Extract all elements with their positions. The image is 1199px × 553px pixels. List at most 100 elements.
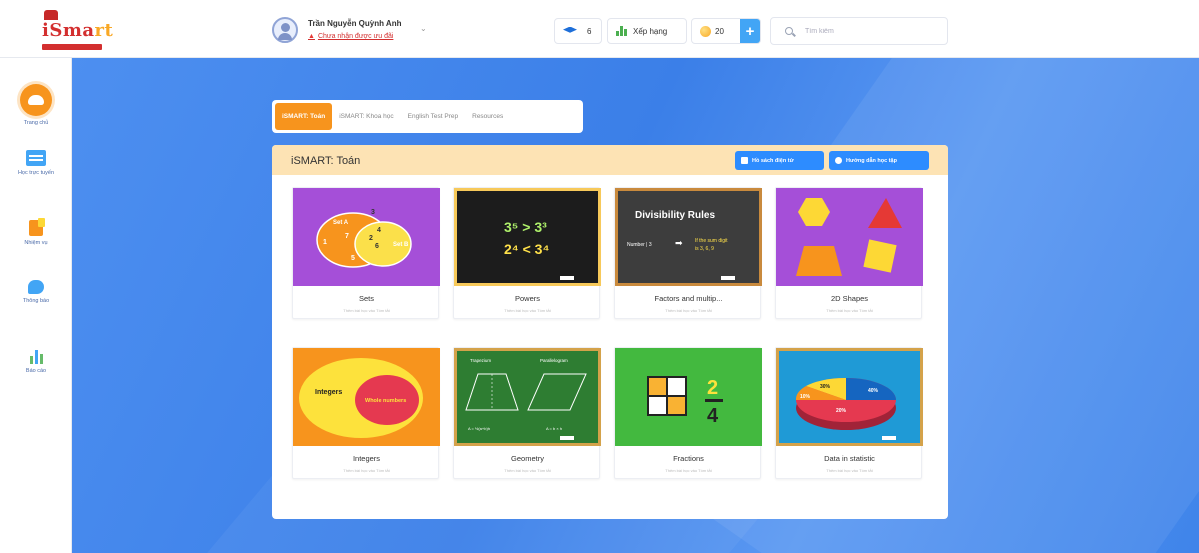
svg-text:4: 4	[377, 227, 381, 234]
powers-line-2: 2⁴ < 3⁴	[504, 241, 549, 257]
lesson-title: Factors and multip...	[654, 294, 723, 303]
lesson-card-sets[interactable]: Set A Set B 3 1 7 2 4 6 5 Sets Thêm bài …	[292, 187, 440, 319]
info-icon	[835, 157, 842, 164]
tab-ismart-math[interactable]: iSMART: Toán	[275, 103, 333, 130]
sidebar-item-label: Trang chủ	[23, 120, 49, 126]
study-guide-button-label: Hướng dẫn học tập	[846, 157, 897, 164]
pie-label-d: 10%	[800, 394, 811, 400]
search-box[interactable]	[770, 17, 948, 45]
cap-count: 6	[587, 26, 592, 36]
svg-text:2: 2	[369, 235, 373, 242]
task-icon	[29, 218, 45, 236]
lesson-title: Integers	[352, 454, 381, 463]
fraction-numerator: 2	[707, 377, 718, 399]
trapezium-label: Trapezium	[470, 358, 491, 363]
sidebar-item-tasks[interactable]: Nhiệm vụ	[0, 218, 72, 247]
chevron-down-icon[interactable]: ⌄	[420, 24, 427, 33]
user-status-text: Chưa nhận được ưu đãi	[317, 33, 394, 40]
monitor-icon	[26, 150, 46, 166]
avatar[interactable]	[272, 17, 298, 43]
lesson-card-fractions[interactable]: 2 4 Fractions Thêm bài học vào Tóm tắt	[614, 347, 762, 479]
ismart-logo[interactable]: iSmart	[36, 10, 113, 52]
graduation-cap-icon	[563, 26, 577, 33]
lesson-card-data-statistics[interactable]: 40% 30% 20% 10% Data in statistic Thêm b…	[775, 347, 923, 479]
svg-text:7: 7	[345, 233, 349, 240]
chat-bubble-icon	[28, 280, 44, 294]
divisibility-right: If the sum digit	[695, 238, 728, 244]
set-b-label: Set B	[393, 242, 409, 248]
sidebar-item-online-learning[interactable]: Học trực tuyến	[0, 150, 72, 177]
lesson-card-integers[interactable]: Integers Whole numbers Integers Thêm bài…	[292, 347, 440, 479]
lesson-thumbnail: Integers Whole numbers	[293, 348, 440, 446]
tab-ismart-science[interactable]: iSMART: Khoa học	[332, 103, 400, 130]
lesson-thumbnail: 3⁵ > 3³ 2⁴ < 3⁴	[454, 188, 601, 286]
add-coins-button[interactable]: +	[740, 19, 760, 43]
lesson-subtitle: Thêm bài học vào Tóm tắt	[665, 468, 712, 473]
book-icon	[741, 157, 748, 164]
svg-text:3: 3	[371, 209, 375, 216]
lesson-title: Geometry	[511, 454, 544, 463]
lesson-card-powers[interactable]: 3⁵ > 3³ 2⁴ < 3⁴ Powers Thêm bài học vào …	[453, 187, 601, 319]
integers-label: Integers	[315, 389, 342, 396]
lesson-thumbnail: 2 4	[615, 348, 762, 446]
lesson-subtitle: Thêm bài học vào Tóm tắt	[665, 308, 712, 313]
subject-tabs: iSMART: Toán iSMART: Khoa học English Te…	[272, 100, 583, 133]
sidebar-item-reports[interactable]: Báo cáo	[0, 348, 72, 375]
sidebar-item-notifications[interactable]: Thông báo	[0, 280, 72, 305]
lesson-subtitle: Thêm bài học vào Tóm tắt	[504, 308, 551, 313]
tab-english-test-prep[interactable]: English Test Prep	[401, 103, 465, 130]
sidebar: Trang chủ Học trực tuyến Nhiệm vụ Thông …	[0, 58, 72, 553]
search-input[interactable]	[805, 24, 935, 38]
lesson-thumbnail: Set A Set B 3 1 7 2 4 6 5	[293, 188, 440, 286]
lesson-title: Sets	[358, 294, 374, 303]
panel-header: iSMART: Toán Hồ sách điện tử Hướng dẫn h…	[272, 145, 948, 175]
lesson-thumbnail: Trapezium Parallelogram A = ½(a+b)h A = …	[454, 348, 601, 446]
lesson-title: Powers	[514, 294, 540, 303]
cap-counter[interactable]: 6	[554, 18, 602, 44]
coin-counter[interactable]: 20 +	[691, 18, 761, 44]
divisibility-right-2: is 3, 6, 9	[695, 246, 714, 252]
search-icon	[785, 27, 793, 35]
svg-text:A = ½(a+b)h: A = ½(a+b)h	[468, 426, 490, 431]
divisibility-left: Number | 3	[627, 242, 652, 248]
fraction-denominator: 4	[707, 405, 719, 427]
powers-line-1: 3⁵ > 3³	[504, 219, 547, 235]
lesson-subtitle: Thêm bài học vào Tóm tắt	[504, 468, 551, 473]
user-name: Trần Nguyễn Quỳnh Anh	[308, 19, 402, 28]
lesson-thumbnail: 40% 30% 20% 10%	[776, 348, 923, 446]
tab-resources[interactable]: Resources	[465, 103, 510, 130]
user-menu[interactable]: Trần Nguyễn Quỳnh Anh ▲ Chưa nhận được ưu…	[272, 14, 432, 46]
ranking-button[interactable]: Xếp hạng	[607, 18, 687, 44]
sidebar-item-label: Học trực tuyến	[17, 170, 55, 176]
study-guide-button[interactable]: Hướng dẫn học tập	[829, 151, 929, 170]
home-icon	[20, 84, 52, 116]
warning-icon: ▲	[308, 33, 315, 40]
sidebar-item-label: Báo cáo	[25, 368, 47, 374]
panel-title: iSMART: Toán	[291, 155, 361, 167]
svg-text:6: 6	[375, 243, 379, 250]
user-status-link[interactable]: ▲ Chưa nhận được ưu đãi	[308, 33, 393, 40]
svg-text:5: 5	[351, 255, 355, 262]
whole-numbers-label: Whole numbers	[365, 398, 406, 404]
coin-count: 20	[715, 26, 724, 36]
ebook-button-label: Hồ sách điện tử	[752, 157, 794, 164]
lessons-panel: iSMART: Toán Hồ sách điện tử Hướng dẫn h…	[272, 145, 948, 519]
lesson-card-geometry[interactable]: Trapezium Parallelogram A = ½(a+b)h A = …	[453, 347, 601, 479]
logo-text-main: iSma	[42, 20, 95, 41]
lesson-card-2d-shapes[interactable]: 2D Shapes Thêm bài học vào Tóm tắt	[775, 187, 923, 319]
pie-label-a: 40%	[868, 388, 879, 394]
lesson-subtitle: Thêm bài học vào Tóm tắt	[343, 468, 390, 473]
ebook-button[interactable]: Hồ sách điện tử	[735, 151, 824, 170]
logo-text-tail: rt	[94, 20, 114, 41]
lesson-title: 2D Shapes	[830, 294, 869, 303]
divisibility-title: Divisibility Rules	[635, 210, 715, 221]
lesson-card-factors[interactable]: Divisibility Rules Number | 3 ➡ If the s…	[614, 187, 762, 319]
sidebar-item-label: Thông báo	[22, 298, 50, 304]
pie-label-c: 20%	[836, 408, 847, 414]
lesson-thumbnail	[776, 188, 923, 286]
set-a-label: Set A	[333, 220, 349, 226]
sidebar-item-home[interactable]: Trang chủ	[0, 84, 72, 127]
coin-icon	[700, 25, 711, 37]
svg-text:A = b × h: A = b × h	[546, 426, 562, 431]
lesson-title: Data in statistic	[824, 454, 875, 463]
